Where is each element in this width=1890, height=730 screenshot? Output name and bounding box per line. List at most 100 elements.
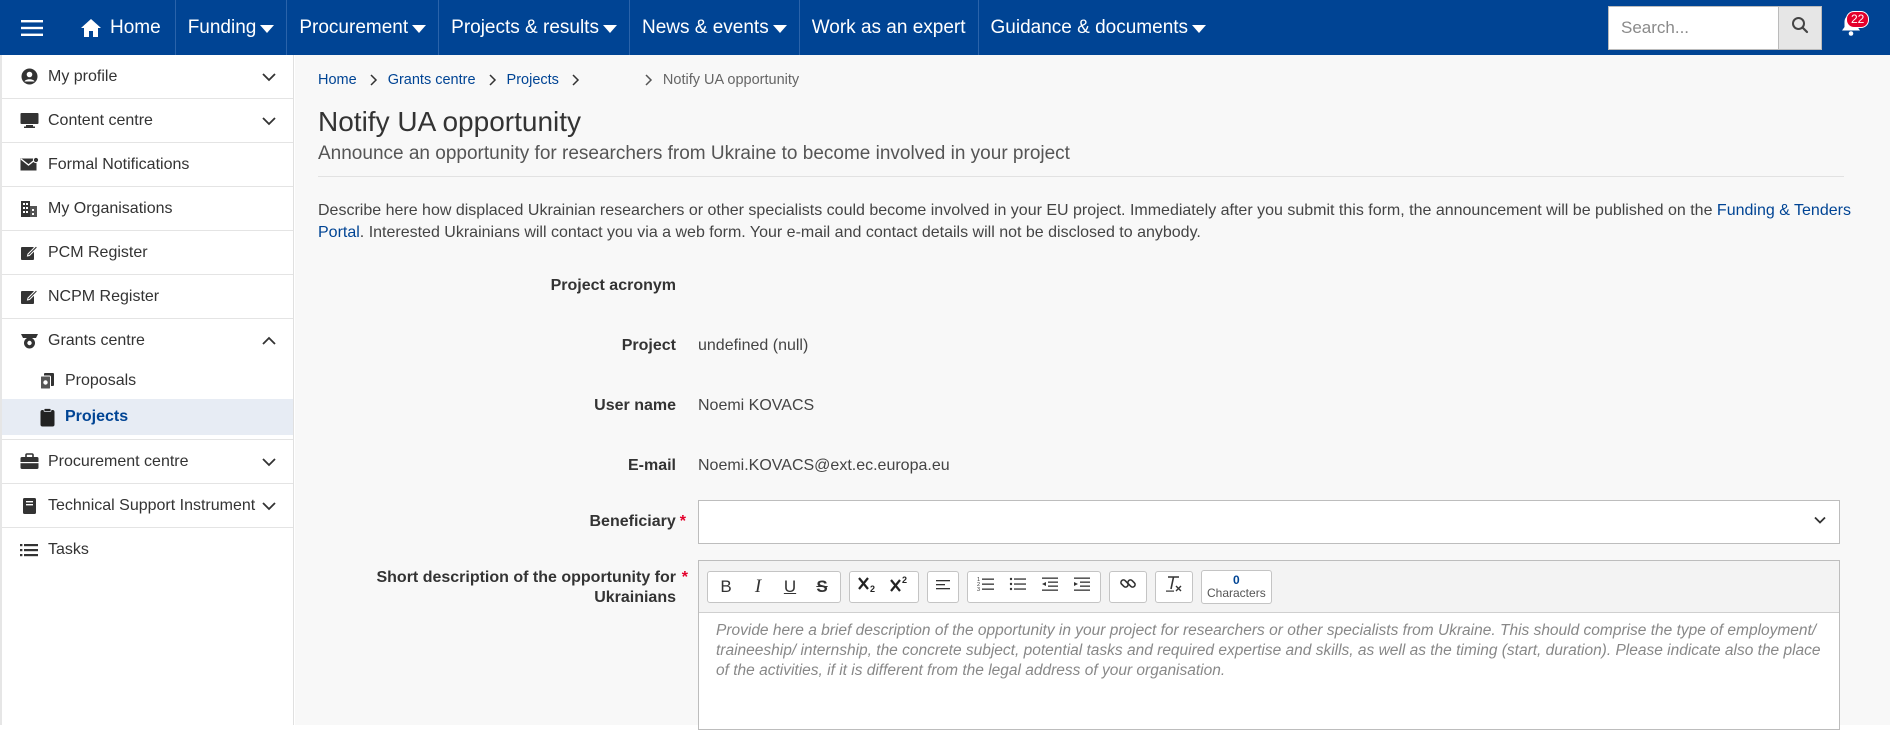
chevron-down-icon xyxy=(1813,513,1827,532)
building-icon xyxy=(19,199,39,219)
sidebar-item-my-profile[interactable]: My profile xyxy=(2,55,293,99)
sidebar-item-ncpm-register[interactable]: NCPM Register xyxy=(2,275,293,319)
sidebar-item-tasks[interactable]: Tasks xyxy=(2,528,293,572)
beneficiary-select[interactable] xyxy=(698,500,1840,544)
superscript-button[interactable]: 2 xyxy=(884,572,916,602)
subscript-icon: 2 xyxy=(857,574,879,599)
chevron-right-icon xyxy=(369,74,378,86)
nav-projects-results-label: Projects & results xyxy=(451,16,599,38)
files-icon xyxy=(37,371,57,391)
nav-guidance-documents[interactable]: Guidance & documents xyxy=(979,0,1219,55)
script-group: 2 2 xyxy=(849,570,919,603)
sidebar-item-label: Formal Notifications xyxy=(48,155,190,173)
home-icon xyxy=(80,18,102,38)
email-value: Noemi.KOVACS@ext.ec.europa.eu xyxy=(698,457,950,474)
top-navbar: Home Funding Procurement Projects & resu… xyxy=(0,0,1890,55)
caret-down-icon xyxy=(602,24,617,33)
nav-procurement-label: Procurement xyxy=(299,16,409,38)
breadcrumb-grants-centre[interactable]: Grants centre xyxy=(388,72,476,88)
main-content: Home Grants centre Projects Notify UA op… xyxy=(295,55,1890,730)
chevron-right-icon xyxy=(488,74,497,86)
character-counter: 0 Characters xyxy=(1201,569,1272,604)
nav-procurement[interactable]: Procurement xyxy=(287,0,440,55)
sidebar-item-grants-centre[interactable]: Grants centre xyxy=(2,319,293,363)
underline-button[interactable]: U xyxy=(774,572,806,602)
clear-formatting-button[interactable] xyxy=(1158,572,1190,602)
short-description-editor: B I U S 2 2 123 0 Characters Provide her… xyxy=(698,560,1840,730)
sidebar-item-label: Proposals xyxy=(65,372,137,389)
sidebar-item-projects[interactable]: Projects xyxy=(2,399,293,435)
sidebar-item-technical-support-instrument[interactable]: Technical Support Instrument xyxy=(2,484,293,528)
list-indent-group: 123 xyxy=(967,570,1101,603)
strikethrough-button[interactable]: S xyxy=(806,572,838,602)
sidebar-item-label: Procurement centre xyxy=(48,452,189,470)
sidebar-item-label: Tasks xyxy=(48,541,89,558)
row-project: Project undefined (null) xyxy=(318,316,1890,376)
nav-home-label: Home xyxy=(110,16,161,38)
search-input[interactable] xyxy=(1608,5,1778,50)
sidebar-item-my-organisations[interactable]: My Organisations xyxy=(2,187,293,231)
beneficiary-label-text: Beneficiary xyxy=(589,513,676,530)
indent-button[interactable] xyxy=(1066,572,1098,602)
sidebar-item-proposals[interactable]: Proposals xyxy=(2,363,293,399)
nav-funding[interactable]: Funding xyxy=(176,0,288,55)
required-marker: * xyxy=(681,569,688,586)
sidebar-item-label: PCM Register xyxy=(48,243,148,261)
page-subtitle: Announce an opportunity for researchers … xyxy=(318,142,1844,177)
row-beneficiary: Beneficiary * xyxy=(318,500,1890,544)
numbered-list-button[interactable]: 123 xyxy=(970,572,1002,602)
hamburger-menu-icon[interactable] xyxy=(0,0,64,55)
grants-centre-submenu: Proposals Projects xyxy=(2,363,293,440)
subscript-button[interactable]: 2 xyxy=(852,572,884,602)
align-left-button[interactable] xyxy=(930,572,956,602)
bullet-list-button[interactable] xyxy=(1002,572,1034,602)
bullet-list-icon xyxy=(1009,576,1027,597)
caret-down-icon xyxy=(1192,24,1207,33)
editor-toolbar: B I U S 2 2 123 0 Characters xyxy=(699,561,1839,613)
outdent-button[interactable] xyxy=(1034,572,1066,602)
bold-button[interactable]: B xyxy=(710,572,742,602)
sidebar-item-label: Projects xyxy=(65,408,129,425)
italic-button[interactable]: I xyxy=(742,572,774,602)
align-group xyxy=(927,570,959,603)
svg-text:2: 2 xyxy=(870,584,875,594)
notifications-button[interactable]: 22 xyxy=(1830,0,1872,55)
sidebar-item-label: Technical Support Instrument xyxy=(48,496,256,514)
sidebar-item-formal-notifications[interactable]: Formal Notifications xyxy=(2,143,293,187)
notification-count-badge: 22 xyxy=(1846,11,1870,28)
notify-form: Project acronym Project undefined (null)… xyxy=(318,256,1890,730)
edit-square-icon xyxy=(19,243,39,263)
user-name-label: User name xyxy=(594,397,676,414)
numbered-list-icon: 123 xyxy=(977,576,995,597)
nav-news-events[interactable]: News & events xyxy=(630,0,800,55)
email-label: E-mail xyxy=(627,457,676,474)
short-description-textarea[interactable]: Provide here a brief description of the … xyxy=(699,613,1839,689)
list-icon xyxy=(19,540,39,560)
breadcrumb-home[interactable]: Home xyxy=(318,72,357,88)
breadcrumb-projects[interactable]: Projects xyxy=(507,72,559,88)
link-button[interactable] xyxy=(1112,572,1144,602)
sidebar-item-procurement-centre[interactable]: Procurement centre xyxy=(2,440,293,484)
row-email: E-mail Noemi.KOVACS@ext.ec.europa.eu xyxy=(318,436,1890,496)
search-box xyxy=(1608,0,1822,55)
nav-projects-results[interactable]: Projects & results xyxy=(439,0,630,55)
search-button[interactable] xyxy=(1778,5,1822,50)
nav-home[interactable]: Home xyxy=(64,0,176,55)
project-label: Project xyxy=(621,337,676,354)
svg-text:2: 2 xyxy=(902,575,907,585)
character-count: 0 xyxy=(1233,572,1240,587)
project-acronym-label: Project acronym xyxy=(550,277,676,294)
nav-work-as-expert[interactable]: Work as an expert xyxy=(800,0,979,55)
caret-down-icon xyxy=(772,24,787,33)
breadcrumb-current: Notify UA opportunity xyxy=(662,72,800,88)
row-project-acronym: Project acronym xyxy=(318,256,1890,316)
sidebar-item-content-centre[interactable]: Content centre xyxy=(2,99,293,143)
chevron-down-icon xyxy=(261,498,277,514)
envelope-icon xyxy=(19,155,39,175)
chevron-right-icon xyxy=(571,74,580,86)
sidebar-item-pcm-register[interactable]: PCM Register xyxy=(2,231,293,275)
indent-icon xyxy=(1073,576,1091,597)
nav-guidance-documents-label: Guidance & documents xyxy=(990,16,1189,38)
character-count-label: Characters xyxy=(1207,585,1266,600)
sidebar-item-label: Grants centre xyxy=(48,332,145,349)
